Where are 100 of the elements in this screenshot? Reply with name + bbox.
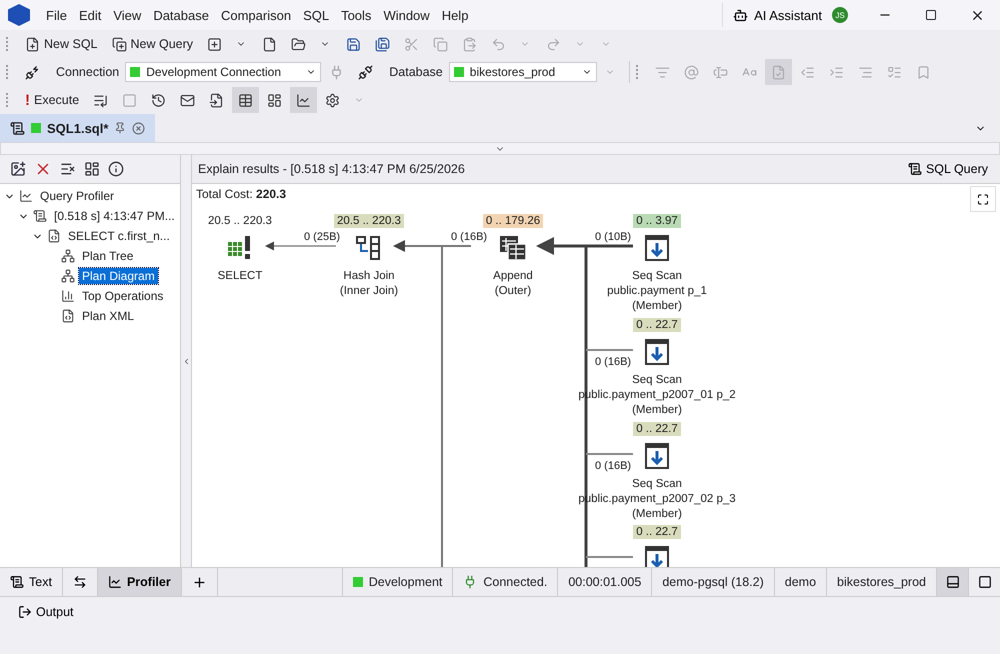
table-scan-icon: [645, 339, 669, 365]
table-scan-icon: [645, 235, 669, 261]
fit-icon: [977, 192, 989, 206]
save-icon: [346, 36, 362, 52]
folder-icon: [291, 36, 306, 52]
tree-item[interactable]: Query Profiler: [37, 188, 118, 204]
menu-item[interactable]: View: [107, 8, 148, 22]
list-end-icon: [93, 92, 108, 108]
line-chart-icon: [296, 92, 312, 108]
panel-bottom-icon: [946, 575, 960, 589]
bar-chart-icon: [61, 289, 75, 303]
chart-window-icon: [19, 189, 33, 203]
edge-label: 0 (25B): [304, 231, 340, 243]
copy-icon: [433, 36, 448, 52]
hierarchy-icon: [61, 269, 75, 283]
swap-icon: [72, 575, 87, 589]
view-tab[interactable]: Profiler: [98, 568, 182, 596]
mail-icon: [180, 92, 196, 108]
tree-item[interactable]: Top Operations: [79, 288, 166, 304]
align-right-icon: [858, 64, 873, 80]
script-icon: [908, 162, 922, 176]
connection-label: Connection: [55, 65, 120, 79]
status-item: Connected.: [452, 568, 558, 596]
toolbar-icon-button[interactable]: [232, 87, 260, 113]
save-all-icon: [375, 36, 390, 52]
add-chart-icon[interactable]: [10, 161, 26, 177]
edge-label: 0 (16B): [595, 356, 632, 368]
cost-label: 0 .. 22.7: [633, 422, 681, 436]
clear-list-icon[interactable]: [60, 161, 76, 177]
maximize-icon: [925, 9, 937, 21]
panel-icon: [978, 575, 992, 589]
menu-item[interactable]: Help: [436, 8, 474, 22]
plug-plus-icon: [25, 64, 40, 80]
layout-icon: [267, 92, 282, 108]
toolbar-button[interactable]: ! Execute: [19, 87, 86, 113]
table-icon: [238, 92, 254, 108]
node-title: Seq Scan: [632, 269, 682, 284]
database-dropdown[interactable]: bikestores_prod: [448, 62, 597, 82]
at-sign-icon: [684, 64, 699, 80]
document-icon: [33, 209, 47, 223]
fit-to-screen-button[interactable]: [970, 186, 996, 212]
toolbar-button[interactable]: New SQL: [19, 31, 104, 57]
square-plus-icon: [207, 36, 222, 52]
toolbar-button[interactable]: New Query: [106, 31, 200, 57]
node-title: Seq Scan: [632, 477, 682, 492]
file-plus-icon: [25, 36, 40, 52]
menu-item[interactable]: SQL: [297, 8, 336, 22]
node-title: SELECT: [218, 269, 262, 284]
stop-icon: [122, 92, 138, 108]
menu-item[interactable]: Window: [377, 8, 436, 22]
tree-item[interactable]: SELECT c.first_n...: [65, 228, 173, 244]
tree-icon: [61, 249, 75, 263]
tree-item[interactable]: Plan Tree: [79, 248, 136, 264]
view-tab[interactable]: Text: [0, 568, 63, 596]
script-icon: [10, 575, 24, 589]
status-item: demo-pgsql (18.2): [651, 568, 774, 596]
app-logo: [8, 4, 30, 26]
menu-item[interactable]: Database: [147, 8, 215, 22]
connection-dropdown[interactable]: Development Connection: [125, 62, 322, 82]
menu-item[interactable]: Tools: [335, 8, 378, 22]
menu-item[interactable]: Comparison: [214, 8, 298, 22]
scissors-icon: [404, 36, 420, 52]
copy-plus-icon: [112, 36, 126, 52]
undo-icon: [491, 36, 506, 52]
output-button[interactable]: Output: [12, 604, 80, 620]
paste-icon: [462, 36, 478, 52]
info-icon[interactable]: [108, 161, 124, 177]
tree-item[interactable]: Plan XML: [79, 308, 138, 324]
menu-item[interactable]: File: [40, 8, 73, 22]
table-scan-icon: [645, 443, 669, 469]
sql-query-button[interactable]: SQL Query: [902, 161, 994, 177]
node-title: (Member): [632, 507, 682, 522]
output-icon: [18, 605, 32, 619]
layout-button[interactable]: [936, 568, 968, 596]
close-tab-icon[interactable]: [132, 122, 146, 134]
cost-label: 0 .. 3.97: [633, 214, 681, 228]
list-icon: [886, 64, 902, 80]
node-title: (Inner Join): [340, 284, 398, 299]
document-tab[interactable]: SQL1.sql*: [0, 114, 156, 142]
tree-item[interactable]: [0.518 s] 4:13:47 PM...: [51, 208, 178, 224]
user-avatar[interactable]: JS: [832, 7, 848, 23]
node-title: public.payment p_1: [607, 284, 707, 299]
pin-icon[interactable]: [114, 122, 126, 134]
menu-item[interactable]: Edit: [72, 8, 108, 22]
select-node-icon: [228, 236, 252, 260]
node-title: Seq Scan: [632, 373, 682, 388]
plus-icon: [192, 574, 207, 590]
outdent-icon: [800, 64, 815, 80]
chart-window-icon: [108, 575, 122, 589]
status-item: 00:00:01.005: [557, 568, 652, 596]
database-label: Database: [388, 65, 444, 79]
robot-icon: [733, 8, 748, 22]
indent-icon: [828, 64, 844, 80]
assistant-button[interactable]: AI Assistant: [722, 3, 832, 27]
node-title: (Member): [632, 403, 682, 418]
cost-label: 20.5 .. 220.3: [334, 214, 404, 228]
edge-label: 0 (16B): [451, 231, 488, 243]
cost-label: 0 .. 22.7: [633, 318, 681, 332]
toolbar-icon-button[interactable]: [290, 87, 318, 113]
tree-item[interactable]: Plan Diagram: [79, 268, 158, 284]
